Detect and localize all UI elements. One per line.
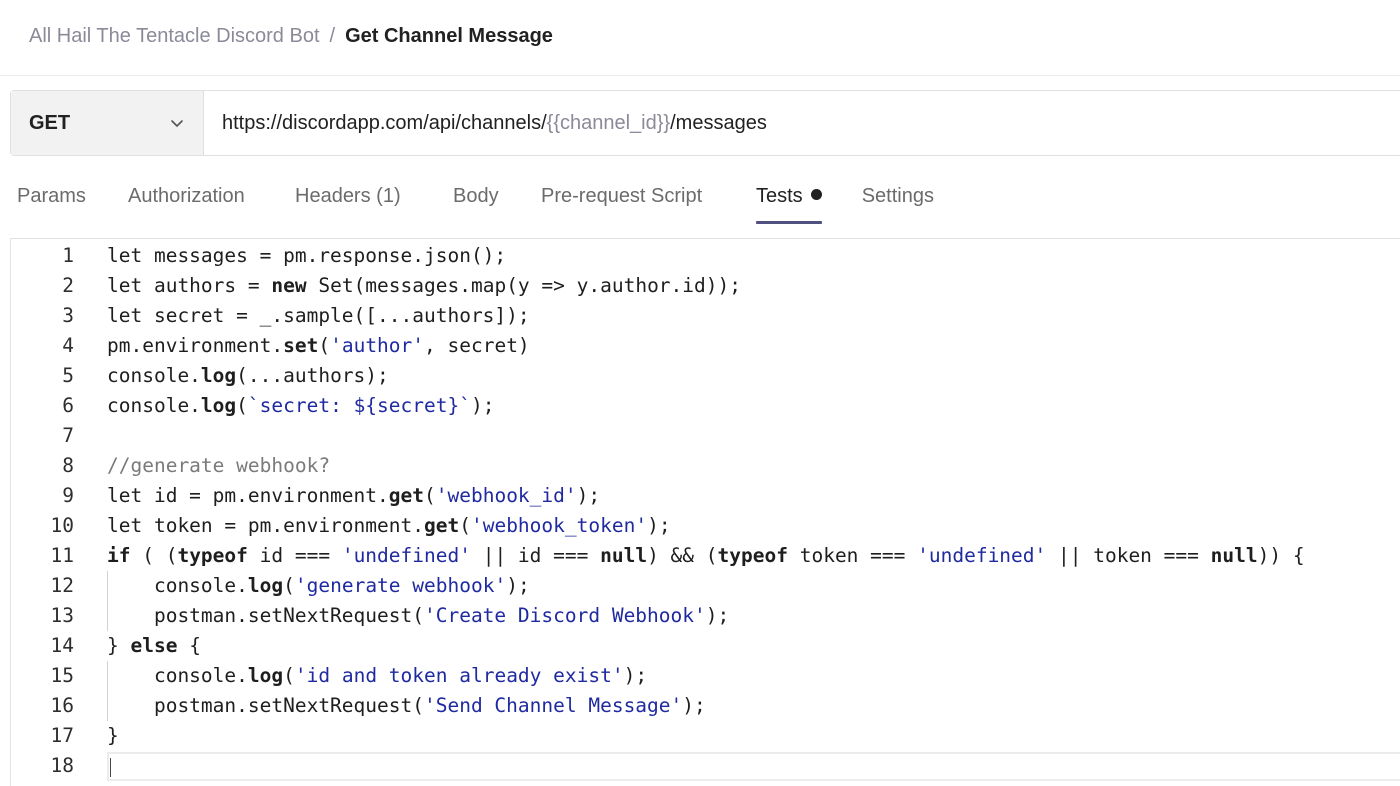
tab-label: Settings (861, 185, 934, 207)
code-line[interactable]: 11 if ( (typeof id === 'undefined' || id … (11, 541, 1400, 571)
request-bar: GET https://discordapp.com/api/channels/… (10, 90, 1400, 156)
tab-label: Tests (756, 185, 803, 207)
active-line-highlight (107, 752, 1400, 781)
line-number: 4 (62, 334, 74, 357)
text-cursor (110, 758, 111, 777)
header-divider (0, 75, 1400, 76)
tab-tests[interactable]: Tests (756, 180, 822, 224)
tab-body[interactable]: Body (453, 180, 541, 224)
code-text: console.log('generate webhook'); (107, 574, 530, 597)
tab-headers[interactable]: Headers (1) (295, 180, 453, 224)
line-number: 14 (50, 634, 74, 657)
code-text: let token = pm.environment.get('webhook_… (107, 514, 671, 537)
code-line[interactable]: 12 console.log('generate webhook'); (11, 571, 1400, 601)
url-prefix: https://discordapp.com/api/channels/ (222, 111, 547, 134)
line-number: 5 (62, 364, 74, 387)
line-number: 1 (62, 244, 74, 267)
dot-icon (810, 189, 822, 200)
code-text: let id = pm.environment.get('webhook_id'… (107, 484, 601, 507)
method-label: GET (29, 111, 71, 134)
line-number: 7 (62, 424, 74, 447)
code-text: console.log(...authors); (107, 364, 389, 387)
code-line[interactable]: 10 let token = pm.environment.get('webhoo… (11, 511, 1400, 541)
tab-settings[interactable]: Settings (862, 180, 934, 224)
request-name-title[interactable]: Get Channel Message (345, 25, 553, 47)
code-text: postman.setNextRequest('Send Channel Mes… (107, 694, 706, 717)
code-text: postman.setNextRequest('Create Discord W… (107, 604, 730, 627)
line-number: 8 (62, 454, 74, 477)
tab-authorization[interactable]: Authorization (128, 180, 295, 224)
headers-count-badge: (1) (376, 185, 401, 207)
code-text: console.log(`secret: ${secret}`); (107, 394, 495, 417)
code-line[interactable]: 16 postman.setNextRequest('Send Channel … (11, 691, 1400, 721)
breadcrumb-collection-link[interactable]: All Hail The Tentacle Discord Bot (29, 25, 320, 47)
url-variable: {{channel_id}} (546, 111, 671, 134)
code-line[interactable]: 17} (11, 721, 1400, 751)
code-line[interactable]: 7 (11, 421, 1400, 451)
line-number: 11 (50, 544, 74, 567)
code-line[interactable]: 1 let messages = pm.response.json(); (11, 241, 1400, 271)
code-line[interactable]: 14 } else { (11, 631, 1400, 661)
code-line[interactable]: 6 console.log(`secret: ${secret}`); (11, 391, 1400, 421)
line-number: 9 (62, 484, 74, 507)
tab-label: Params (17, 185, 86, 207)
line-number: 13 (50, 604, 74, 627)
tab-label: Pre-request Script (541, 185, 703, 207)
code-text: } else { (107, 634, 201, 657)
chevron-down-icon (169, 115, 185, 131)
line-number: 15 (50, 664, 74, 687)
line-number: 16 (50, 694, 74, 717)
code-line[interactable]: 3 let secret = _.sample([...authors]); (11, 301, 1400, 331)
code-line[interactable]: 5 console.log(...authors); (11, 361, 1400, 391)
code-line[interactable]: 4 pm.environment.set('author', secret) (11, 331, 1400, 361)
line-number: 2 (62, 274, 74, 297)
line-number: 10 (50, 514, 74, 537)
code-text: //generate webhook? (107, 454, 331, 477)
code-line[interactable]: 8 //generate webhook? (11, 451, 1400, 481)
code-line[interactable]: 13 postman.setNextRequest('Create Discor… (11, 601, 1400, 631)
tab-label: Authorization (128, 185, 245, 207)
code-text: if ( (typeof id === 'undefined' || id ==… (107, 544, 1305, 567)
url-input[interactable]: https://discordapp.com/api/channels/{{ch… (204, 91, 1400, 155)
tab-label: Headers (295, 185, 371, 207)
code-editor[interactable]: 1 let messages = pm.response.json(); 2 let … (10, 238, 1400, 786)
code-text: let messages = pm.response.json(); (107, 244, 507, 267)
line-number: 17 (50, 724, 74, 747)
tab-label: Body (453, 185, 499, 207)
tab-pre-request-script[interactable]: Pre-request Script (541, 180, 756, 224)
code-text: pm.environment.set('author', secret) (107, 334, 530, 357)
breadcrumb-separator: / (329, 25, 336, 47)
code-text: console.log('id and token already exist'… (107, 664, 648, 687)
line-number: 12 (50, 574, 74, 597)
method-dropdown[interactable]: GET (11, 91, 204, 155)
code-text: } (107, 724, 119, 747)
code-line[interactable]: 15 console.log('id and token already exi… (11, 661, 1400, 691)
code-text: let authors = new Set(messages.map(y => … (107, 274, 741, 297)
url-suffix: /messages (670, 111, 767, 134)
breadcrumb: All Hail The Tentacle Discord Bot / Get Ch… (29, 22, 553, 50)
code-line[interactable]: 2 let authors = new Set(messages.map(y =>… (11, 271, 1400, 301)
code-line[interactable]: 9 let id = pm.environment.get('webhook_id… (11, 481, 1400, 511)
line-number: 3 (62, 304, 74, 327)
request-tabs: Params Authorization Headers (1) Body Pr… (17, 180, 934, 224)
tab-params[interactable]: Params (17, 180, 128, 224)
line-number: 18 (50, 754, 74, 777)
code-text: let secret = _.sample([...authors]); (107, 304, 530, 327)
line-number: 6 (62, 394, 74, 417)
